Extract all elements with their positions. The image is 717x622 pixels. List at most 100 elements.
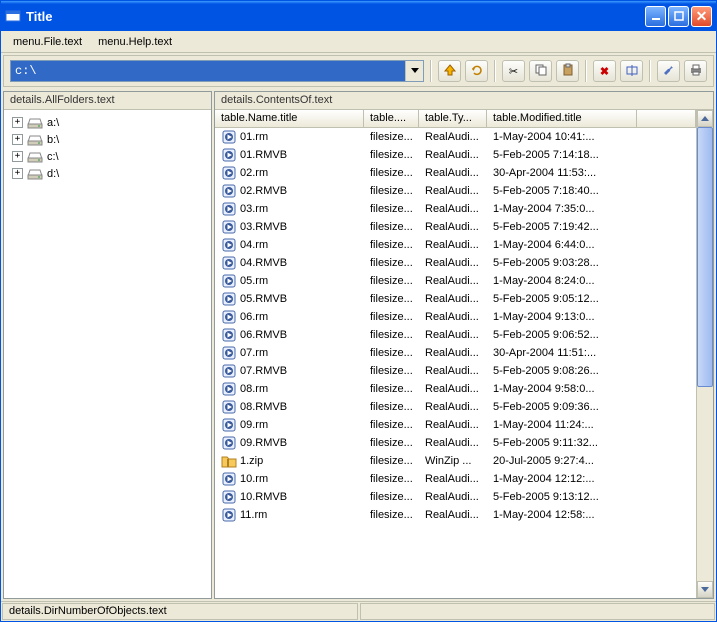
tree-item[interactable]: + b:\ bbox=[6, 131, 209, 148]
content-area: details.AllFolders.text +a:\+b:\+c:\+d:\… bbox=[3, 91, 714, 599]
cell-name: 08.rm bbox=[215, 380, 364, 398]
table-row[interactable]: 10.RMVBfilesize...RealAudi...5-Feb-2005 … bbox=[215, 488, 696, 506]
file-icon bbox=[221, 399, 237, 415]
table-row[interactable]: 03.rmfilesize...RealAudi...1-May-2004 7:… bbox=[215, 200, 696, 218]
cell-type: RealAudi... bbox=[419, 346, 487, 360]
vertical-scrollbar[interactable] bbox=[696, 110, 713, 598]
column-header-name[interactable]: table.Name.title bbox=[215, 110, 364, 127]
folder-tree[interactable]: +a:\+b:\+c:\+d:\ bbox=[4, 110, 211, 598]
delete-button[interactable]: ✖ bbox=[593, 60, 616, 82]
file-icon bbox=[221, 453, 237, 469]
scissors-icon: ✂ bbox=[509, 65, 518, 78]
scroll-up-button[interactable] bbox=[697, 110, 713, 127]
table-row[interactable]: 08.rmfilesize...RealAudi...1-May-2004 9:… bbox=[215, 380, 696, 398]
cell-modified: 30-Apr-2004 11:53:... bbox=[487, 166, 637, 180]
table-row[interactable]: 07.rmfilesize...RealAudi...30-Apr-2004 1… bbox=[215, 344, 696, 362]
tree-item[interactable]: + a:\ bbox=[6, 114, 209, 131]
close-button[interactable]: ✕ bbox=[691, 6, 712, 27]
cell-type: RealAudi... bbox=[419, 148, 487, 162]
table-row[interactable]: 10.rmfilesize...RealAudi...1-May-2004 12… bbox=[215, 470, 696, 488]
table-row[interactable]: 05.RMVBfilesize...RealAudi...5-Feb-2005 … bbox=[215, 290, 696, 308]
cell-name: 1.zip bbox=[215, 452, 364, 470]
paste-button[interactable] bbox=[556, 60, 579, 82]
file-icon bbox=[221, 309, 237, 325]
cell-modified: 1-May-2004 12:58:... bbox=[487, 508, 637, 522]
copy-button[interactable] bbox=[529, 60, 552, 82]
column-header-type[interactable]: table.Ty... bbox=[419, 110, 487, 127]
file-icon bbox=[221, 219, 237, 235]
menu-file[interactable]: menu.File.text bbox=[5, 34, 90, 50]
column-header-spacer[interactable] bbox=[637, 110, 696, 127]
cell-type: RealAudi... bbox=[419, 436, 487, 450]
cell-name: 10.rm bbox=[215, 470, 364, 488]
table-row[interactable]: 09.rmfilesize...RealAudi...1-May-2004 11… bbox=[215, 416, 696, 434]
cell-size: filesize... bbox=[364, 274, 419, 288]
table-body[interactable]: 01.rmfilesize...RealAudi...1-May-2004 10… bbox=[215, 128, 696, 598]
tree-item[interactable]: +c:\ bbox=[6, 148, 209, 165]
table-row[interactable]: 01.rmfilesize...RealAudi...1-May-2004 10… bbox=[215, 128, 696, 146]
menu-help[interactable]: menu.Help.text bbox=[90, 34, 180, 50]
cell-name: 02.rm bbox=[215, 164, 364, 182]
cell-modified: 5-Feb-2005 7:14:18... bbox=[487, 148, 637, 162]
rename-button[interactable] bbox=[620, 60, 643, 82]
tree-item[interactable]: + d:\ bbox=[6, 165, 209, 182]
scroll-down-button[interactable] bbox=[697, 581, 713, 598]
table-row[interactable]: 07.RMVBfilesize...RealAudi...5-Feb-2005 … bbox=[215, 362, 696, 380]
up-button[interactable] bbox=[438, 60, 461, 82]
print-button[interactable] bbox=[684, 60, 707, 82]
table-row[interactable]: 04.rmfilesize...RealAudi...1-May-2004 6:… bbox=[215, 236, 696, 254]
tree-item-label: a:\ bbox=[47, 117, 59, 129]
cell-name: 04.rm bbox=[215, 236, 364, 254]
table-row[interactable]: 09.RMVBfilesize...RealAudi...5-Feb-2005 … bbox=[215, 434, 696, 452]
refresh-button[interactable] bbox=[465, 60, 488, 82]
expander-icon[interactable]: + bbox=[12, 168, 23, 179]
table-row[interactable]: 02.rmfilesize...RealAudi...30-Apr-2004 1… bbox=[215, 164, 696, 182]
expander-icon[interactable]: + bbox=[12, 117, 23, 128]
cell-modified: 1-May-2004 9:58:0... bbox=[487, 382, 637, 396]
table-row[interactable]: 05.rmfilesize...RealAudi...1-May-2004 8:… bbox=[215, 272, 696, 290]
cell-modified: 30-Apr-2004 11:51:... bbox=[487, 346, 637, 360]
tree-item-label: d:\ bbox=[47, 168, 59, 180]
menubar: menu.File.text menu.Help.text bbox=[1, 31, 716, 53]
table-row[interactable]: 03.RMVBfilesize...RealAudi...5-Feb-2005 … bbox=[215, 218, 696, 236]
app-window: Title ✕ menu.File.text menu.Help.text ✂ … bbox=[0, 0, 717, 622]
folders-header: details.AllFolders.text bbox=[4, 92, 211, 110]
file-name-label: 05.rm bbox=[240, 275, 268, 287]
titlebar[interactable]: Title ✕ bbox=[1, 1, 716, 31]
file-icon bbox=[221, 363, 237, 379]
file-icon bbox=[221, 183, 237, 199]
address-dropdown-button[interactable] bbox=[405, 61, 423, 81]
folders-panel: details.AllFolders.text +a:\+b:\+c:\+d:\ bbox=[3, 91, 212, 599]
expander-icon[interactable]: + bbox=[12, 151, 23, 162]
table-row[interactable]: 1.zipfilesize...WinZip ...20-Jul-2005 9:… bbox=[215, 452, 696, 470]
table-row[interactable]: 06.RMVBfilesize...RealAudi...5-Feb-2005 … bbox=[215, 326, 696, 344]
cell-size: filesize... bbox=[364, 436, 419, 450]
table-row[interactable]: 01.RMVBfilesize...RealAudi...5-Feb-2005 … bbox=[215, 146, 696, 164]
cell-modified: 5-Feb-2005 7:19:42... bbox=[487, 220, 637, 234]
column-header-modified[interactable]: table.Modified.title bbox=[487, 110, 637, 127]
tree-item-label: b:\ bbox=[47, 134, 59, 146]
cell-name: 02.RMVB bbox=[215, 182, 364, 200]
cell-type: RealAudi... bbox=[419, 202, 487, 216]
table-row[interactable]: 04.RMVBfilesize...RealAudi...5-Feb-2005 … bbox=[215, 254, 696, 272]
minimize-button[interactable] bbox=[645, 6, 666, 27]
table-row[interactable]: 02.RMVBfilesize...RealAudi...5-Feb-2005 … bbox=[215, 182, 696, 200]
file-icon bbox=[221, 165, 237, 181]
maximize-button[interactable] bbox=[668, 6, 689, 27]
table-row[interactable]: 06.rmfilesize...RealAudi...1-May-2004 9:… bbox=[215, 308, 696, 326]
expander-icon[interactable]: + bbox=[12, 134, 23, 145]
cell-size: filesize... bbox=[364, 472, 419, 486]
address-input[interactable] bbox=[11, 61, 405, 81]
drive-icon bbox=[27, 117, 43, 129]
cell-size: filesize... bbox=[364, 184, 419, 198]
cell-type: RealAudi... bbox=[419, 490, 487, 504]
address-combo[interactable] bbox=[10, 60, 424, 82]
cell-modified: 5-Feb-2005 9:06:52... bbox=[487, 328, 637, 342]
column-header-size[interactable]: table.... bbox=[364, 110, 419, 127]
table-row[interactable]: 08.RMVBfilesize...RealAudi...5-Feb-2005 … bbox=[215, 398, 696, 416]
scroll-thumb[interactable] bbox=[697, 127, 713, 387]
properties-button[interactable] bbox=[657, 60, 680, 82]
scroll-track[interactable] bbox=[697, 127, 713, 581]
cut-button[interactable]: ✂ bbox=[502, 60, 525, 82]
table-row[interactable]: 11.rmfilesize...RealAudi...1-May-2004 12… bbox=[215, 506, 696, 524]
